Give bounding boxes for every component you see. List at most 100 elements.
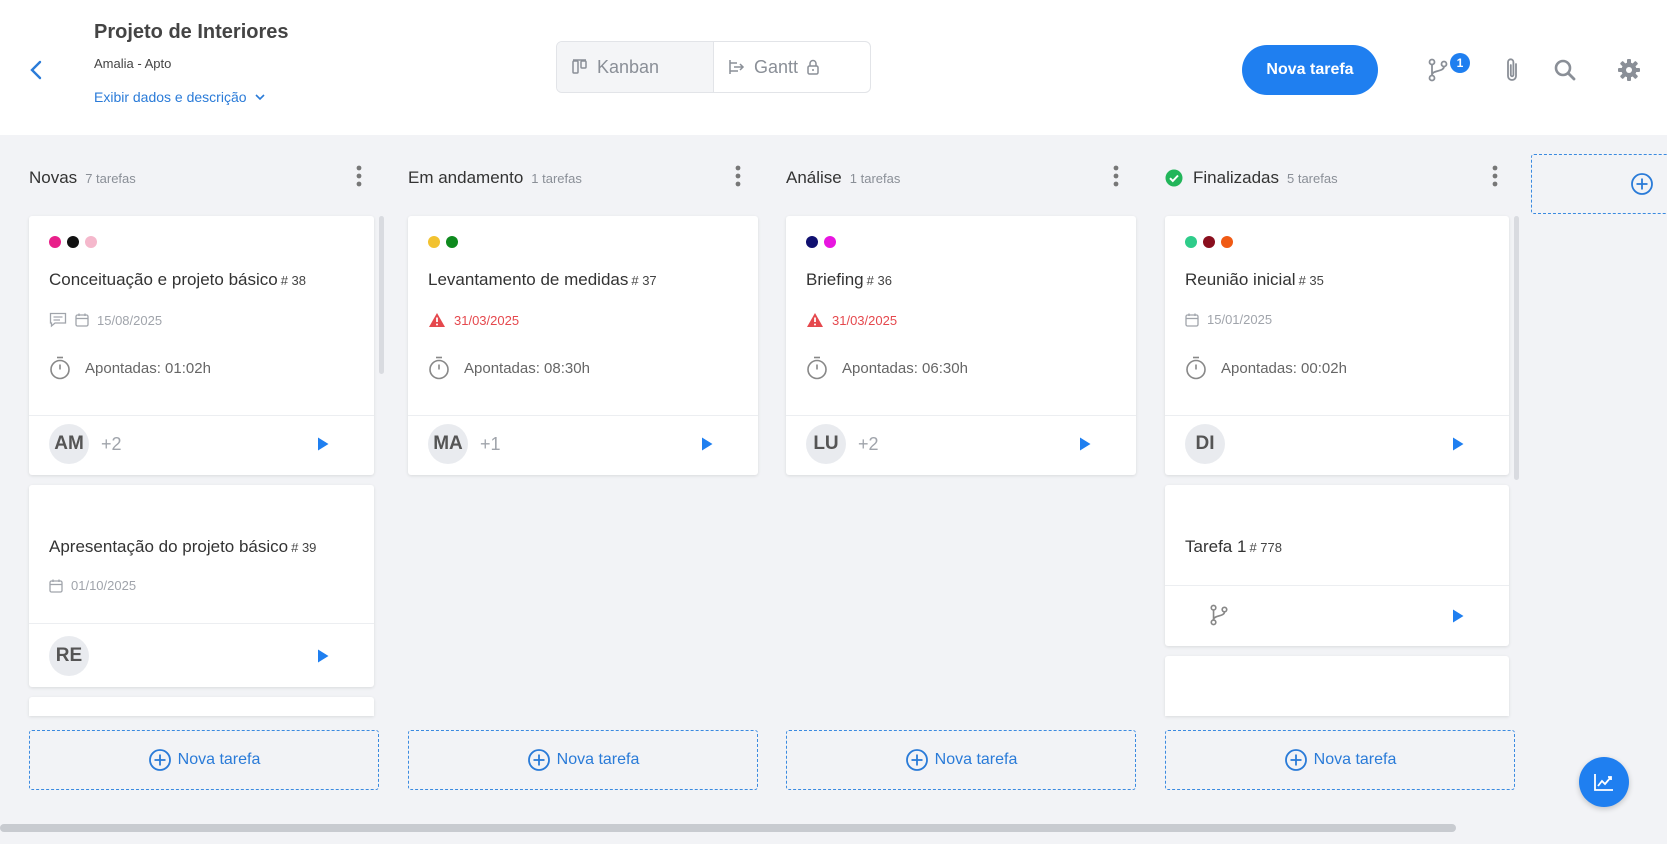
logged-hours-text: Apontadas: 06:30h xyxy=(842,359,968,377)
task-card-partial[interactable] xyxy=(29,697,374,716)
column-name: Análise xyxy=(786,168,842,187)
add-column-button[interactable] xyxy=(1531,154,1667,214)
reports-fab-button[interactable] xyxy=(1579,757,1629,807)
tab-gantt[interactable]: Gantt xyxy=(713,42,870,92)
back-button[interactable] xyxy=(26,58,46,82)
play-icon[interactable] xyxy=(316,648,330,664)
card-number: # 36 xyxy=(866,273,892,288)
column-count: 5 tarefas xyxy=(1287,170,1338,186)
gantt-icon xyxy=(729,60,745,74)
card-number: # 35 xyxy=(1298,273,1324,288)
horizontal-scrollbar[interactable] xyxy=(0,824,1456,832)
due-date: 31/03/2025 xyxy=(454,312,520,328)
more-vertical-icon xyxy=(735,165,741,187)
project-subtitle: Amalia - Apto xyxy=(94,56,172,71)
due-date: 31/03/2025 xyxy=(832,312,898,328)
warning-icon xyxy=(429,313,445,327)
card-number: # 38 xyxy=(280,273,307,288)
card-number: # 39 xyxy=(291,540,317,555)
card-footer: MA +1 xyxy=(408,415,758,473)
task-card[interactable]: Levantamento de medidas # 37 31/03/2025 A… xyxy=(408,216,758,475)
tag-dots xyxy=(806,236,836,248)
card-title: Levantamento de medidas # 37 xyxy=(428,270,657,289)
play-icon[interactable] xyxy=(1451,608,1465,624)
avatar[interactable]: MA xyxy=(428,424,468,464)
card-meta: 31/03/2025 xyxy=(428,312,519,328)
calendar-icon xyxy=(75,313,89,327)
settings-button[interactable] xyxy=(1614,55,1644,85)
task-card[interactable]: Apresentação do projeto básico # 39 01/10… xyxy=(29,485,374,687)
column-menu-button[interactable] xyxy=(728,164,748,188)
play-icon[interactable] xyxy=(1451,436,1465,452)
show-details-link[interactable]: Exibir dados e descrição xyxy=(94,89,265,105)
task-card[interactable]: Reunião inicial # 35 15/01/2025 Apontadas… xyxy=(1165,216,1509,475)
paperclip-icon xyxy=(1507,58,1517,81)
stopwatch-icon xyxy=(429,356,449,380)
add-task-button[interactable]: Nova tarefa xyxy=(1165,730,1515,790)
column-name: Em andamento xyxy=(408,168,524,187)
tab-kanban[interactable]: Kanban xyxy=(557,42,713,92)
column-name: Finalizadas xyxy=(1193,168,1279,187)
branch-button[interactable] xyxy=(1423,55,1453,85)
tag-dots xyxy=(1185,236,1233,248)
column-menu-button[interactable] xyxy=(1106,164,1126,188)
plus-circle-icon xyxy=(1284,749,1307,771)
chevron-down-icon xyxy=(254,93,265,100)
chart-line-icon xyxy=(1594,774,1613,791)
add-task-button[interactable]: Nova tarefa xyxy=(408,730,758,790)
card-title: Apresentação do projeto básico # 39 xyxy=(49,537,317,556)
task-card[interactable]: Briefing # 36 31/03/2025 Apontadas: 06:30… xyxy=(786,216,1136,475)
card-footer: LU +2 xyxy=(786,415,1136,473)
tag-dot xyxy=(1185,236,1197,248)
tag-dot xyxy=(1203,236,1215,248)
play-icon[interactable] xyxy=(700,436,714,452)
play-icon[interactable] xyxy=(1078,436,1092,452)
plus-circle-icon xyxy=(1631,173,1653,195)
tag-dot xyxy=(85,236,97,248)
card-meta: 01/10/2025 xyxy=(49,578,136,593)
column-header: Em andamento 1 tarefas xyxy=(408,164,758,192)
check-circle-icon xyxy=(1165,169,1183,187)
play-icon[interactable] xyxy=(316,436,330,452)
avatar[interactable]: AM xyxy=(49,424,89,464)
column-scrollbar[interactable] xyxy=(1514,216,1519,480)
card-meta: 15/08/2025 xyxy=(49,312,162,328)
lock-icon xyxy=(807,59,819,75)
show-details-label: Exibir dados e descrição xyxy=(94,89,247,105)
card-footer: DI xyxy=(1165,415,1509,473)
column-menu-button[interactable] xyxy=(1485,164,1505,188)
avatar[interactable]: LU xyxy=(806,424,846,464)
add-task-button[interactable]: Nova tarefa xyxy=(786,730,1136,790)
search-icon xyxy=(1554,59,1576,81)
card-title: Reunião inicial # 35 xyxy=(1185,270,1324,289)
card-title: Tarefa 1 # 778 xyxy=(1185,537,1282,556)
card-number: # 37 xyxy=(631,273,657,288)
card-footer xyxy=(1165,585,1509,646)
branch-icon xyxy=(1428,58,1448,82)
stopwatch-icon xyxy=(1186,356,1206,380)
avatar[interactable]: RE xyxy=(49,636,89,676)
search-button[interactable] xyxy=(1550,55,1580,85)
logged-hours-text: Apontadas: 00:02h xyxy=(1221,359,1347,377)
attachments-button[interactable] xyxy=(1497,55,1527,85)
warning-icon xyxy=(807,313,823,327)
more-members: +2 xyxy=(101,434,122,454)
column-menu-button[interactable] xyxy=(349,164,369,188)
task-card[interactable]: Conceituação e projeto básico # 38 15/08/… xyxy=(29,216,374,475)
add-task-label: Nova tarefa xyxy=(934,751,1018,768)
subtask-branch-icon[interactable] xyxy=(1209,603,1229,627)
column-count: 7 tarefas xyxy=(85,170,136,186)
new-task-button[interactable]: Nova tarefa xyxy=(1242,45,1378,95)
more-members: +1 xyxy=(480,434,501,454)
column-header: Análise 1 tarefas xyxy=(786,164,1136,192)
more-vertical-icon xyxy=(356,165,362,187)
column-scrollbar[interactable] xyxy=(379,216,384,374)
tag-dot xyxy=(824,236,836,248)
task-card[interactable]: Tarefa 1 # 778 xyxy=(1165,485,1509,646)
add-task-label: Nova tarefa xyxy=(177,751,261,768)
task-card-partial[interactable] xyxy=(1165,656,1509,716)
card-footer: AM +2 xyxy=(29,415,374,473)
avatar[interactable]: DI xyxy=(1185,424,1225,464)
card-number: # 778 xyxy=(1249,540,1282,555)
add-task-button[interactable]: Nova tarefa xyxy=(29,730,379,790)
